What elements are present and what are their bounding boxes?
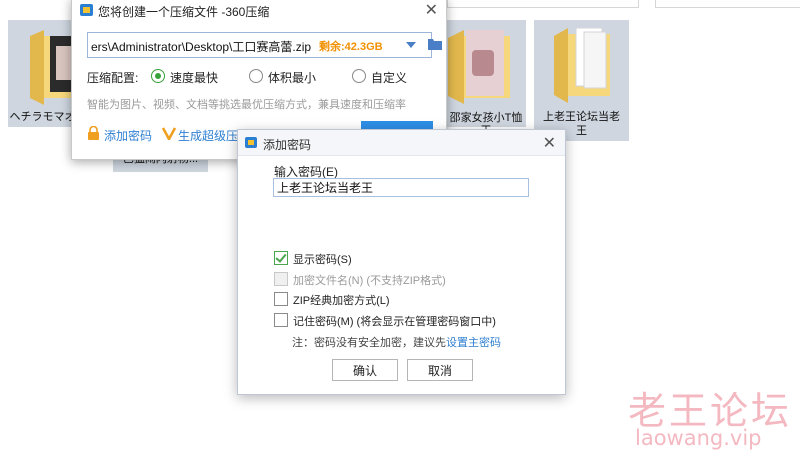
dialog-titlebar[interactable]: 您将创建一个压缩文件 -360压缩 ✕ bbox=[72, 0, 446, 21]
watermark-url: laowang.vip bbox=[635, 426, 762, 450]
compression-hint: 智能为图片、视频、文档等挑选最优压缩方式，兼具速度和压缩率 bbox=[87, 99, 406, 111]
close-icon[interactable]: ✕ bbox=[543, 133, 556, 153]
add-password-link[interactable]: 添加密码 bbox=[104, 127, 152, 144]
archive-path-field[interactable]: ers\Administrator\Desktop\工口赛高蕾.zip 剩余:4… bbox=[87, 32, 442, 58]
zip-classic-encryption-checkbox[interactable] bbox=[274, 292, 288, 306]
browse-folder-icon[interactable] bbox=[428, 38, 442, 50]
cancel-button[interactable]: 取消 bbox=[407, 359, 473, 381]
radio-smallest[interactable] bbox=[249, 69, 263, 83]
confirm-button[interactable]: 确认 bbox=[332, 359, 398, 381]
show-password-checkbox[interactable] bbox=[274, 251, 288, 265]
add-password-dialog: 添加密码 ✕ 输入密码(E) 显示密码(S) 加密文件名(N) (不支持ZIP格… bbox=[237, 129, 566, 395]
folder-icon bbox=[554, 28, 610, 103]
encrypt-filenames-checkbox bbox=[274, 272, 288, 286]
password-input[interactable] bbox=[273, 178, 529, 197]
search-box-edge[interactable] bbox=[655, 0, 800, 8]
checkbox-label[interactable]: 显示密码(S) bbox=[293, 251, 352, 267]
archive-path-text: ers\Administrator\Desktop\工口赛高蕾.zip bbox=[91, 40, 312, 54]
checkbox-label[interactable]: ZIP经典加密方式(L) bbox=[293, 292, 390, 308]
dialog-titlebar[interactable]: 添加密码 ✕ bbox=[238, 130, 565, 156]
radio-custom[interactable] bbox=[352, 69, 366, 83]
radio-label[interactable]: 速度最快 bbox=[170, 69, 218, 86]
dialog-title: 您将创建一个压缩文件 -360压缩 bbox=[98, 5, 270, 19]
archive-app-icon bbox=[80, 4, 93, 16]
folder-preview-image bbox=[466, 30, 504, 96]
archive-app-icon bbox=[245, 137, 257, 148]
folder-tile[interactable]: 上老王论坛当老 王 bbox=[534, 20, 629, 141]
security-note: 注：密码没有安全加密，建议先设置主密码 bbox=[292, 334, 501, 350]
radio-label[interactable]: 自定义 bbox=[371, 69, 407, 86]
address-bar-edge[interactable] bbox=[447, 0, 639, 8]
checkmark-v-icon bbox=[162, 127, 176, 140]
checkbox-label: 加密文件名(N) (不支持ZIP格式) bbox=[293, 275, 446, 287]
radio-fastest[interactable] bbox=[151, 69, 165, 83]
compression-config-row: 压缩配置: 速度最快 体积最小 自定义 bbox=[87, 69, 437, 85]
folder-label: 邵家女孩小T恤 bbox=[449, 112, 523, 124]
config-label: 压缩配置: bbox=[87, 71, 139, 85]
chevron-down-icon[interactable] bbox=[406, 42, 416, 48]
lock-icon bbox=[88, 126, 99, 140]
folder-label: 上老王论坛当老 bbox=[543, 111, 620, 123]
set-master-password-link[interactable]: 设置主密码 bbox=[446, 337, 501, 349]
folder-tile[interactable]: 邵家女孩小T恤 王 bbox=[446, 20, 526, 137]
note-text: 注：密码没有安全加密，建议先 bbox=[292, 337, 446, 349]
disk-remaining: 剩余:42.3GB bbox=[319, 41, 383, 53]
dialog-title: 添加密码 bbox=[263, 138, 312, 152]
close-icon[interactable]: ✕ bbox=[425, 0, 438, 20]
radio-label[interactable]: 体积最小 bbox=[268, 69, 316, 86]
remember-password-checkbox[interactable] bbox=[274, 313, 288, 327]
checkbox-label[interactable]: 记住密码(M) (将会显示在管理密码窗口中) bbox=[293, 313, 496, 329]
